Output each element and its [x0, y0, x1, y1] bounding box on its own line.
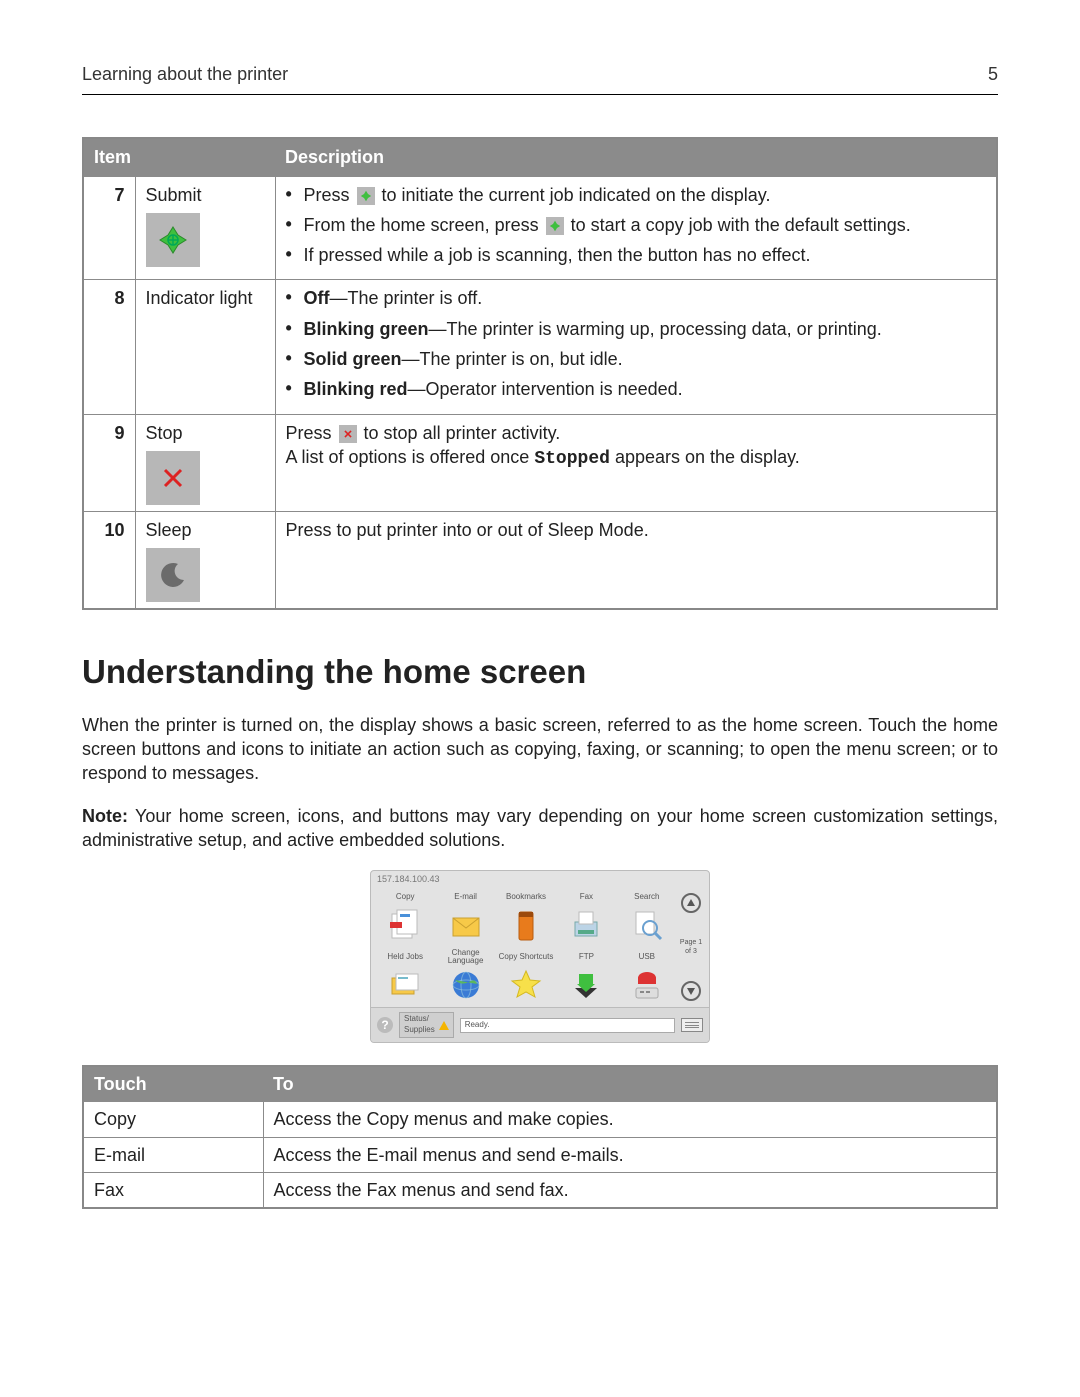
item-description: Press to initiate the current job indica…	[275, 176, 997, 280]
hs-label: Held Jobs	[387, 949, 423, 965]
touch-item: E-mail	[83, 1137, 263, 1172]
table-row: Copy Access the Copy menus and make copi…	[83, 1102, 997, 1137]
body-paragraph: When the printer is turned on, the displ…	[82, 713, 998, 786]
table-row: 7 Submit Press	[83, 176, 997, 280]
item-description: Press to stop all printer activity. A li…	[275, 414, 997, 511]
body-paragraph: Note: Your home screen, icons, and butto…	[82, 804, 998, 853]
stop-icon	[146, 451, 200, 505]
th-touch: Touch	[83, 1066, 263, 1102]
running-header: Learning about the printer 5	[82, 62, 998, 95]
item-name-cell: Sleep	[135, 511, 275, 609]
header-section: Learning about the printer	[82, 62, 288, 86]
held-jobs-icon	[385, 965, 425, 1005]
change-language-icon	[446, 965, 486, 1005]
touch-table: Touch To Copy Access the Copy menus and …	[82, 1065, 998, 1209]
item-number: 7	[83, 176, 135, 280]
submit-icon-inline	[546, 217, 564, 235]
item-name: Submit	[146, 185, 202, 205]
item-name-cell: Submit	[135, 176, 275, 280]
hs-page-indicator: Page 1 of 3	[677, 938, 705, 957]
hs-label: E-mail	[454, 889, 477, 905]
hs-label: Search	[634, 889, 659, 905]
search-icon	[627, 905, 667, 945]
copy-icon	[385, 905, 425, 945]
hs-label: FTP	[579, 949, 594, 965]
help-icon: ?	[377, 1017, 393, 1033]
table-row: 9 Stop Press	[83, 414, 997, 511]
hs-label: Copy	[396, 889, 415, 905]
hs-label: Fax	[580, 889, 593, 905]
th-item: Item	[83, 138, 275, 176]
header-page: 5	[988, 62, 998, 86]
item-name: Sleep	[146, 520, 192, 540]
ftp-icon	[566, 965, 606, 1005]
hs-label: Bookmarks	[506, 889, 546, 905]
scroll-up-icon	[681, 893, 701, 913]
touch-item: Copy	[83, 1102, 263, 1137]
item-name: Indicator light	[135, 280, 275, 414]
touch-desc: Access the E-mail menus and send e-mails…	[263, 1137, 997, 1172]
item-description: Off—The printer is off. Blinking green—T…	[275, 280, 997, 414]
section-heading: Understanding the home screen	[82, 650, 998, 695]
hs-ip-address: 157.184.100.43	[371, 871, 709, 887]
hs-label: Copy Shortcuts	[499, 949, 554, 965]
hs-label: Change Language	[435, 949, 495, 965]
th-to: To	[263, 1066, 997, 1102]
email-icon	[446, 905, 486, 945]
table-row: 8 Indicator light Off—The printer is off…	[83, 280, 997, 414]
item-description: Press to put printer into or out of Slee…	[275, 511, 997, 609]
sleep-icon	[146, 548, 200, 602]
usb-icon	[627, 965, 667, 1005]
copy-shortcuts-icon	[506, 965, 546, 1005]
status-supplies-button: Status/ Supplies	[399, 1012, 454, 1038]
submit-icon-inline	[357, 187, 375, 205]
bookmarks-icon	[506, 905, 546, 945]
table-row: E-mail Access the E-mail menus and send …	[83, 1137, 997, 1172]
item-name-cell: Stop	[135, 414, 275, 511]
touch-desc: Access the Copy menus and make copies.	[263, 1102, 997, 1137]
fax-icon	[566, 905, 606, 945]
menu-icon	[681, 1018, 703, 1032]
stop-icon-inline	[339, 425, 357, 443]
touch-item: Fax	[83, 1172, 263, 1208]
home-screen-graphic: 157.184.100.43 Copy E-mail Bookmarks Fax…	[370, 870, 710, 1043]
th-description: Description	[275, 138, 997, 176]
table-row: Fax Access the Fax menus and send fax.	[83, 1172, 997, 1208]
touch-desc: Access the Fax menus and send fax.	[263, 1172, 997, 1208]
hs-label: USB	[639, 949, 655, 965]
status-message: Ready.	[460, 1018, 675, 1033]
control-panel-table: Item Description 7 Submit	[82, 137, 998, 610]
item-number: 8	[83, 280, 135, 414]
item-number: 9	[83, 414, 135, 511]
item-number: 10	[83, 511, 135, 609]
scroll-down-icon	[681, 981, 701, 1001]
warning-icon	[439, 1021, 449, 1030]
table-row: 10 Sleep Press to put printer into or ou…	[83, 511, 997, 609]
submit-icon	[146, 213, 200, 267]
item-name: Stop	[146, 423, 183, 443]
